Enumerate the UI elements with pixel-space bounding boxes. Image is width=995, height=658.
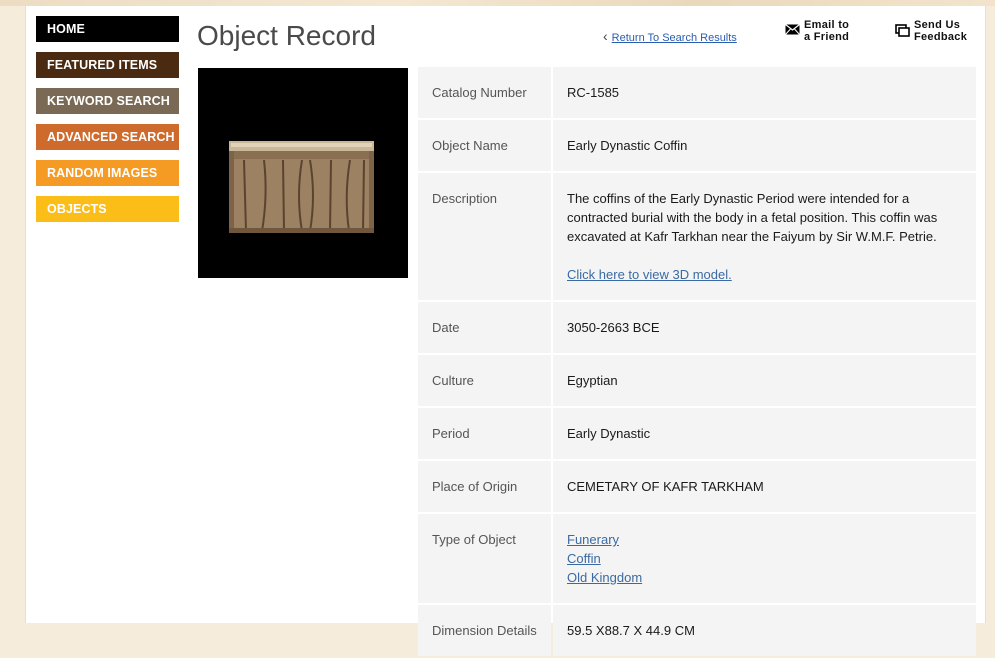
type-link-coffin[interactable]: Coffin <box>567 551 601 566</box>
place-of-origin-label: Place of Origin <box>418 461 551 512</box>
email-friend-label: Email to a Friend <box>804 19 850 43</box>
catalog-number-label: Catalog Number <box>418 67 551 118</box>
object-image[interactable] <box>198 68 408 278</box>
period-label: Period <box>418 408 551 459</box>
return-link-label: Return To Search Results <box>611 32 737 44</box>
table-row: Date 3050-2663 BCE <box>418 302 976 353</box>
description-label: Description <box>418 173 551 300</box>
table-row: Type of Object Funerary Coffin Old Kingd… <box>418 514 976 603</box>
description-value: The coffins of the Early Dynastic Period… <box>567 191 938 244</box>
dimension-details-value: 59.5 X88.7 X 44.9 CM <box>553 605 976 656</box>
nav-keyword-search[interactable]: KEYWORD SEARCH <box>36 88 179 114</box>
nav-featured-items[interactable]: FEATURED ITEMS <box>36 52 179 78</box>
table-row: Place of Origin CEMETARY OF KAFR TARKHAM <box>418 461 976 512</box>
email-friend-button[interactable]: Email to a Friend <box>785 18 855 46</box>
place-of-origin-value: CEMETARY OF KAFR TARKHAM <box>553 461 976 512</box>
nav-random-images[interactable]: RANDOM IMAGES <box>36 160 179 186</box>
table-row: Dimension Details 59.5 X88.7 X 44.9 CM <box>418 605 976 656</box>
coffin-image <box>198 68 408 278</box>
description-cell: The coffins of the Early Dynastic Period… <box>553 173 976 300</box>
object-record-table: Catalog Number RC-1585 Object Name Early… <box>418 67 976 658</box>
return-to-search-link[interactable]: ‹ Return To Search Results <box>603 28 737 44</box>
type-link-old-kingdom[interactable]: Old Kingdom <box>567 570 642 585</box>
type-link-funerary[interactable]: Funerary <box>567 532 619 547</box>
date-value: 3050-2663 BCE <box>553 302 976 353</box>
page-title: Object Record <box>197 20 376 51</box>
period-value: Early Dynastic <box>553 408 976 459</box>
table-row: Culture Egyptian <box>418 355 976 406</box>
send-feedback-button[interactable]: Send Us Feedback <box>895 18 975 46</box>
table-row: Period Early Dynastic <box>418 408 976 459</box>
date-label: Date <box>418 302 551 353</box>
dimension-details-label: Dimension Details <box>418 605 551 656</box>
type-of-object-values: Funerary Coffin Old Kingdom <box>553 514 976 603</box>
send-feedback-label: Send Us Feedback <box>914 19 968 43</box>
envelope-icon <box>785 24 800 38</box>
nav-objects[interactable]: OBJECTS <box>36 196 179 222</box>
table-row: Description The coffins of the Early Dyn… <box>418 173 976 300</box>
table-row: Catalog Number RC-1585 <box>418 67 976 118</box>
object-name-value: Early Dynastic Coffin <box>553 120 976 171</box>
nav-advanced-search[interactable]: ADVANCED SEARCH <box>36 124 179 150</box>
catalog-number-value: RC-1585 <box>553 67 976 118</box>
page-container: HOME FEATURED ITEMS KEYWORD SEARCH ADVAN… <box>25 6 986 656</box>
table-row: Object Name Early Dynastic Coffin <box>418 120 976 171</box>
culture-label: Culture <box>418 355 551 406</box>
main-nav: HOME FEATURED ITEMS KEYWORD SEARCH ADVAN… <box>36 16 179 232</box>
view-3d-model-link[interactable]: Click here to view 3D model. <box>567 267 732 282</box>
nav-home[interactable]: HOME <box>36 16 179 42</box>
chevron-left-icon: ‹ <box>603 28 608 44</box>
object-name-label: Object Name <box>418 120 551 171</box>
type-of-object-label: Type of Object <box>418 514 551 603</box>
feedback-windows-icon <box>895 24 910 41</box>
culture-value: Egyptian <box>553 355 976 406</box>
